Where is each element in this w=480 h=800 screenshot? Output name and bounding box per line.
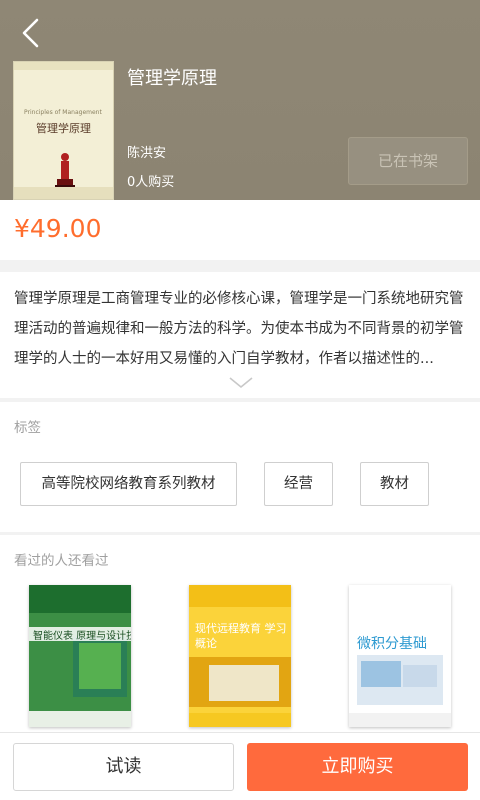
- book-cover-title: 微积分基础: [357, 636, 427, 652]
- buyer-count: 0人购买: [127, 175, 175, 190]
- cover-title: 管理学原理: [36, 122, 91, 135]
- price-section: ¥49.00: [0, 200, 480, 260]
- tag-item[interactable]: 经营: [264, 462, 333, 506]
- book-header: Principles of Management 管理学原理 管理学原理 陈洪安…: [0, 0, 480, 200]
- try-read-button[interactable]: 试读: [13, 743, 234, 791]
- book-description: 管理学原理是工商管理专业的必修核心课，管理学是一门系统地研究管理活动的普遍规律和…: [14, 291, 464, 367]
- book-cover-image: [29, 585, 131, 727]
- recommendations-section: 看过的人还看过 智能仪表 原理与设计技术 现代远程教育 学习概论: [0, 535, 480, 741]
- tags-title: 标签: [14, 420, 41, 436]
- tag-item[interactable]: 教材: [360, 462, 429, 506]
- book-author[interactable]: 陈洪安: [127, 142, 166, 161]
- buy-now-button[interactable]: 立即购买: [247, 743, 468, 791]
- back-button[interactable]: [8, 12, 56, 56]
- cover-subtitle: Principles of Management: [24, 109, 102, 116]
- recommendations-title: 看过的人还看过: [14, 553, 109, 569]
- book-price: ¥49.00: [14, 214, 102, 243]
- description-section[interactable]: 管理学原理是工商管理专业的必修核心课，管理学是一门系统地研究管理活动的普遍规律和…: [0, 272, 480, 398]
- book-title: 管理学原理: [127, 68, 217, 89]
- book-cover-title: 智能仪表 原理与设计技术: [33, 631, 131, 642]
- bottom-action-bar: 试读 立即购买: [0, 732, 480, 800]
- chevron-down-icon[interactable]: [228, 376, 254, 390]
- recommended-book[interactable]: 智能仪表 原理与设计技术: [29, 585, 131, 727]
- recommended-book[interactable]: 现代远程教育 学习概论: [189, 585, 291, 727]
- on-shelf-button[interactable]: 已在书架: [348, 137, 468, 185]
- book-cover-title: 现代远程教育 学习概论: [195, 622, 287, 650]
- tags-section: 标签 高等院校网络教育系列教材 经营 教材: [0, 402, 480, 532]
- book-cover: Principles of Management 管理学原理: [13, 61, 114, 200]
- tag-item[interactable]: 高等院校网络教育系列教材: [20, 462, 237, 506]
- back-arrow-icon: [22, 18, 39, 48]
- book-cover-image: [189, 585, 291, 727]
- book-cover-image: [349, 585, 451, 727]
- recommended-book[interactable]: 微积分基础: [349, 585, 451, 727]
